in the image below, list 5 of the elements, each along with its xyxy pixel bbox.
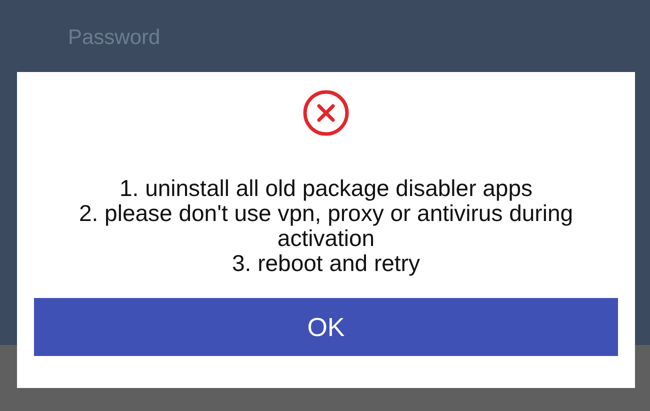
error-message: 2. please don't use vpn, proxy or antivirus during activation bbox=[78, 201, 574, 251]
error-message: 3. reboot and retry bbox=[232, 251, 420, 276]
ok-button[interactable]: OK bbox=[34, 298, 618, 356]
error-icon bbox=[302, 89, 350, 137]
error-message: 1. uninstall all old package disabler apps bbox=[120, 176, 532, 201]
